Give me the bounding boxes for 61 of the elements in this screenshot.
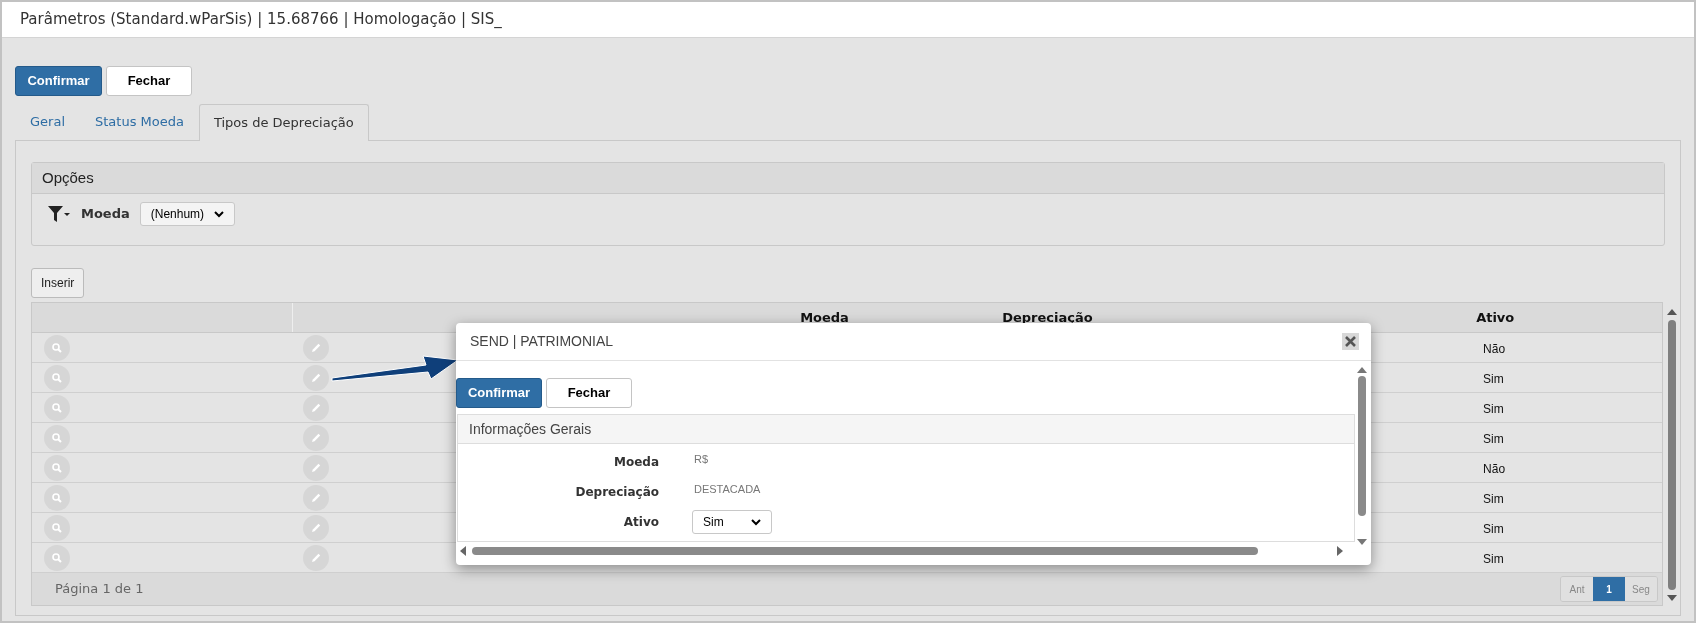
pencil-icon[interactable] — [302, 514, 329, 541]
page-button[interactable]: Seg — [1625, 577, 1657, 601]
tab[interactable]: Status Moeda — [80, 103, 199, 140]
search-icon[interactable] — [44, 394, 70, 421]
table-cell: Não — [1483, 341, 1506, 356]
table-cell: Não — [1483, 461, 1506, 476]
page-info: Página 1 de 1 — [55, 580, 144, 599]
search-icon[interactable] — [44, 334, 70, 361]
pencil-icon[interactable] — [302, 544, 329, 571]
pencil-icon[interactable] — [302, 394, 329, 421]
scroll-up-icon[interactable] — [1357, 366, 1367, 373]
search-icon[interactable] — [44, 484, 70, 511]
pencil-icon[interactable] — [302, 334, 329, 361]
search-icon[interactable] — [44, 544, 70, 571]
close-button[interactable]: Fechar — [546, 378, 632, 408]
field-label: Ativo — [622, 514, 659, 531]
filter-icon[interactable] — [47, 204, 71, 224]
active-select[interactable]: Sim — [692, 510, 772, 534]
table-cell: Sim — [1483, 551, 1504, 566]
table-cell: Sim — [1483, 491, 1504, 506]
tab[interactable]: Tipos de Depreciação — [198, 104, 369, 141]
chevron-down-icon — [751, 518, 761, 526]
field-value: DESTACADA — [694, 482, 761, 497]
field-value: R$ — [694, 452, 709, 467]
search-icon[interactable] — [44, 514, 70, 541]
pencil-icon[interactable] — [302, 364, 329, 391]
search-icon[interactable] — [44, 424, 70, 451]
chevron-down-icon — [213, 210, 224, 218]
section-title: Informações Gerais — [469, 419, 592, 439]
close-icon[interactable] — [1342, 333, 1359, 350]
scroll-down-icon[interactable] — [1667, 594, 1677, 602]
column-header: Depreciação — [1002, 308, 1093, 327]
panel-title: Opções — [42, 167, 94, 188]
page-button[interactable]: Ant — [1561, 577, 1593, 601]
pencil-icon[interactable] — [302, 454, 329, 481]
window-title: Parâmetros (Standard.wParSis) | 15.68766 | Homologação | SIS_ — [20, 9, 502, 31]
scroll-right-icon[interactable] — [1337, 546, 1343, 556]
table-cell: Sim — [1483, 401, 1504, 416]
search-icon[interactable] — [44, 364, 70, 391]
column-header: Ativo — [1476, 308, 1515, 327]
table-cell: Sim — [1483, 521, 1504, 536]
insert-button[interactable]: Inserir — [31, 268, 85, 298]
page-button[interactable]: 1 — [1593, 577, 1625, 601]
pencil-icon[interactable] — [302, 484, 329, 511]
scroll-down-icon[interactable] — [1357, 538, 1367, 545]
pencil-icon[interactable] — [302, 424, 329, 451]
close-button[interactable]: Fechar — [106, 66, 192, 96]
dialog-title: SEND | PATRIMONIAL — [470, 332, 614, 351]
search-icon[interactable] — [44, 454, 70, 481]
field-label: Moeda — [613, 454, 659, 471]
tab[interactable]: Geral — [15, 103, 80, 140]
table-cell: Sim — [1483, 431, 1504, 446]
scroll-left-icon[interactable] — [460, 546, 466, 556]
scroll-up-icon[interactable] — [1667, 308, 1677, 316]
table-cell: Sim — [1483, 371, 1504, 386]
field-label: Depreciação — [574, 484, 659, 501]
currency-select[interactable]: (Nenhum) — [139, 202, 235, 226]
confirm-button[interactable]: Confirmar — [15, 66, 102, 96]
confirm-button[interactable]: Confirmar — [456, 378, 542, 408]
column-header: Moeda — [800, 308, 849, 327]
filter-label: Moeda — [81, 205, 130, 224]
